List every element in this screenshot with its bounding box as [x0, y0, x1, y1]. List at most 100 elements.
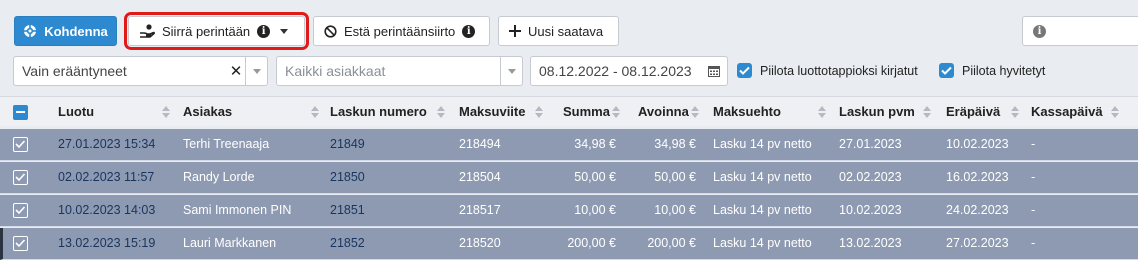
cell-cash-date: - [1031, 236, 1036, 250]
hand-coin-icon [139, 24, 155, 38]
cell-reference: 218517 [459, 203, 501, 217]
cell-invoice-date: 02.02.2023 [839, 170, 902, 184]
chevron-down-icon[interactable] [245, 57, 267, 85]
info-icon[interactable]: i [462, 24, 476, 38]
block-collection-button[interactable]: Estä perintäänsiirto i [313, 16, 490, 46]
cell-invoice-date: 27.01.2023 [839, 137, 902, 151]
hide-credited-label: Piilota hyvitetyt [962, 63, 1046, 78]
info-icon: i [1033, 24, 1046, 38]
check-icon[interactable] [737, 63, 752, 78]
customer-filter-select[interactable]: Kaikki asiakkaat [276, 56, 523, 86]
cell-amount: 50,00 € [574, 170, 616, 184]
block-collection-label: Estä perintäänsiirto [344, 23, 456, 39]
sort-icon[interactable] [162, 106, 170, 118]
cell-amount: 10,00 € [574, 203, 616, 217]
cell-invoice-number[interactable]: 21851 [330, 195, 365, 227]
sort-icon[interactable] [535, 106, 543, 118]
move-to-collection-button[interactable]: Siirrä perintään i [124, 12, 309, 50]
chevron-down-icon[interactable] [280, 28, 289, 34]
new-receivable-button[interactable]: Uusi saatava [498, 16, 619, 46]
sort-icon[interactable] [818, 106, 826, 118]
sort-icon[interactable] [1011, 106, 1019, 118]
column-header-reference[interactable]: Maksuviite [459, 97, 525, 127]
table-header: Luotu Asiakas Laskun numero Maksuviite S… [0, 96, 1138, 126]
date-range-value: 08.12.2022 - 08.12.2023 [539, 63, 692, 79]
cell-due-date: 10.02.2023 [946, 137, 1009, 151]
column-header-created[interactable]: Luotu [58, 97, 94, 127]
cell-open: 200,00 € [647, 236, 696, 250]
chevron-down-icon[interactable] [500, 57, 522, 85]
cell-cash-date: - [1031, 170, 1036, 184]
check-icon[interactable] [939, 63, 954, 78]
cell-open: 34,98 € [654, 137, 696, 151]
due-filter-select[interactable]: Vain erääntyneet ✕ [13, 56, 268, 86]
cell-amount: 34,98 € [574, 137, 616, 151]
cell-created: 10.02.2023 14:03 [58, 203, 156, 217]
cell-amount: 200,00 € [567, 236, 616, 250]
search-input[interactable]: i [1022, 16, 1138, 46]
cell-reference: 218520 [459, 236, 501, 250]
column-header-invoice-number[interactable]: Laskun numero [330, 97, 427, 127]
table-row[interactable]: 13.02.2023 15:19 Lauri Markkanen 21852 2… [0, 228, 1138, 260]
date-range-field[interactable]: 08.12.2022 - 08.12.2023 [530, 56, 728, 86]
cell-created: 27.01.2023 15:34 [58, 137, 156, 151]
row-checkbox[interactable] [13, 137, 28, 152]
sort-icon[interactable] [311, 106, 319, 118]
due-filter-value: Vain erääntyneet [22, 63, 127, 79]
row-checkbox[interactable] [13, 236, 28, 251]
info-icon[interactable]: i [257, 24, 271, 38]
cell-invoice-number[interactable]: 21849 [330, 129, 365, 161]
sort-icon[interactable] [691, 106, 699, 118]
cell-customer: Randy Lorde [183, 170, 255, 184]
cell-due-date: 16.02.2023 [946, 170, 1009, 184]
cell-customer: Lauri Markkanen [183, 236, 277, 250]
cell-invoice-date: 10.02.2023 [839, 203, 902, 217]
cell-due-date: 27.02.2023 [946, 236, 1009, 250]
cell-customer: Terhi Treenaaja [183, 137, 270, 151]
hide-credit-loss-label: Piilota luottotappioksi kirjatut [760, 63, 918, 78]
row-checkbox[interactable] [13, 170, 28, 185]
crosshair-icon [23, 24, 38, 38]
ban-icon [324, 24, 337, 38]
table-row[interactable]: 02.02.2023 11:57 Randy Lorde 21850 21850… [0, 162, 1138, 194]
cell-invoice-number[interactable]: 21850 [330, 162, 365, 194]
cell-terms: Lasku 14 pv netto [713, 236, 812, 250]
sort-icon[interactable] [437, 106, 445, 118]
cell-open: 10,00 € [654, 203, 696, 217]
plus-icon [509, 25, 521, 37]
sort-icon[interactable] [1111, 106, 1119, 118]
cell-terms: Lasku 14 pv netto [713, 137, 812, 151]
column-header-open[interactable]: Avoinna [638, 97, 689, 127]
column-header-invoice-date[interactable]: Laskun pvm [839, 97, 915, 127]
allocate-button[interactable]: Kohdenna [14, 16, 117, 46]
cell-customer: Sami Immonen PIN [183, 203, 292, 217]
table-row[interactable]: 27.01.2023 15:34 Terhi Treenaaja 21849 2… [0, 129, 1138, 161]
cell-invoice-number[interactable]: 21852 [330, 228, 365, 260]
cell-created: 13.02.2023 15:19 [58, 236, 156, 250]
calendar-icon[interactable] [701, 65, 727, 77]
column-header-cash-date[interactable]: Kassapäivä [1031, 97, 1103, 127]
sort-icon[interactable] [612, 106, 620, 118]
cell-invoice-date: 13.02.2023 [839, 236, 902, 250]
column-header-due-date[interactable]: Eräpäivä [946, 97, 1000, 127]
column-header-customer[interactable]: Asiakas [183, 97, 232, 127]
cell-terms: Lasku 14 pv netto [713, 170, 812, 184]
customer-filter-placeholder: Kaikki asiakkaat [285, 63, 386, 79]
sort-icon[interactable] [923, 106, 931, 118]
hide-credit-loss-checkbox[interactable]: Piilota luottotappioksi kirjatut [737, 63, 918, 78]
cell-due-date: 24.02.2023 [946, 203, 1009, 217]
new-receivable-label: Uusi saatava [528, 23, 604, 39]
cell-open: 50,00 € [654, 170, 696, 184]
row-checkbox[interactable] [13, 203, 28, 218]
column-header-amount[interactable]: Summa [563, 97, 610, 127]
cell-created: 02.02.2023 11:57 [58, 170, 155, 184]
table-row[interactable]: 10.02.2023 14:03 Sami Immonen PIN 21851 … [0, 195, 1138, 227]
move-to-collection-label: Siirrä perintään [162, 23, 251, 39]
clear-icon[interactable]: ✕ [227, 62, 245, 80]
cell-reference: 218494 [459, 137, 501, 151]
cell-reference: 218504 [459, 170, 501, 184]
select-all-checkbox[interactable] [13, 105, 28, 120]
cell-cash-date: - [1031, 203, 1036, 217]
column-header-terms[interactable]: Maksuehto [713, 97, 781, 127]
hide-credited-checkbox[interactable]: Piilota hyvitetyt [939, 63, 1045, 78]
